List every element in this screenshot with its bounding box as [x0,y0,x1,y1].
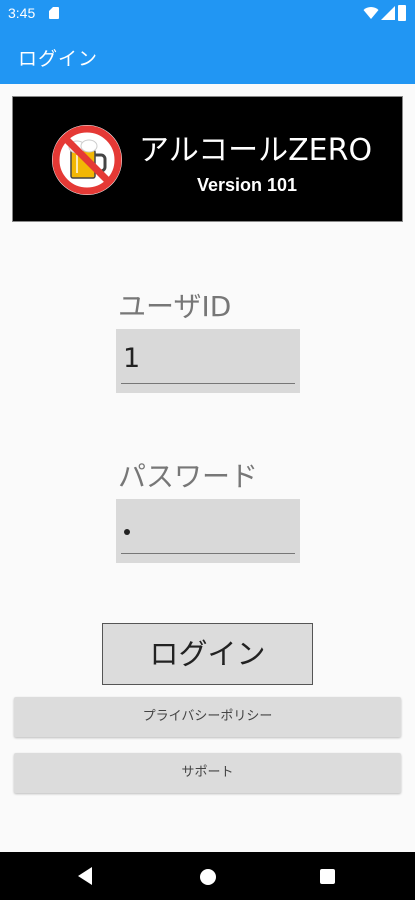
banner-title: アルコールZERO [139,133,373,168]
login-button[interactable]: ログイン [102,623,313,685]
signal-icon [381,6,395,20]
status-bar: 3:45 [0,0,415,28]
password-label: パスワード [118,460,259,493]
password-field[interactable] [116,499,300,563]
app-bar: ログイン [0,28,415,84]
user-id-field[interactable]: 1 [116,329,300,393]
privacy-policy-button[interactable]: プライバシーポリシー [14,697,401,737]
navigation-bar [0,852,415,900]
user-id-underline [121,383,295,384]
app-banner: アルコールZERO Version 101 [12,96,403,222]
sd-card-icon [49,7,59,19]
password-mask-dot [124,529,130,535]
status-time: 3:45 [8,5,36,21]
user-id-value: 1 [123,343,141,374]
password-underline [121,553,295,554]
home-icon[interactable] [200,869,216,885]
recents-icon[interactable] [320,869,335,884]
user-id-label: ユーザID [118,290,232,323]
wifi-icon [363,7,379,20]
app-title: ログイン [18,48,99,70]
banner-version: Version 101 [197,175,298,195]
no-beer-icon [52,125,122,195]
support-button[interactable]: サポート [14,753,401,793]
back-icon[interactable] [78,867,92,885]
battery-icon [398,5,406,21]
